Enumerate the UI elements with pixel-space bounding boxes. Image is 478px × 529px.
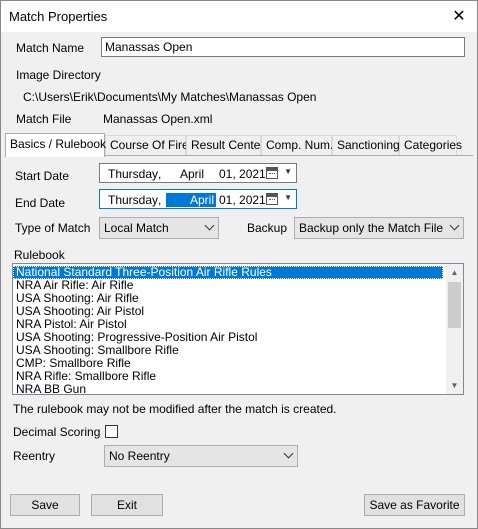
- type-of-match-value: Local Match: [104, 221, 169, 235]
- tab-categories[interactable]: Categories: [399, 135, 462, 156]
- decimal-scoring-checkbox[interactable]: [105, 425, 118, 438]
- dropdown-caret-icon[interactable]: ▼: [284, 193, 292, 202]
- backup-value: Backup only the Match File: [299, 221, 444, 235]
- chevron-down-icon: [283, 448, 294, 459]
- start-date-separator: ,: [158, 167, 162, 181]
- rulebook-list[interactable]: National Standard Three-Position Air Rif…: [12, 263, 464, 395]
- backup-label: Backup: [247, 221, 288, 235]
- match-file-value: Manassas Open.xml: [103, 112, 213, 126]
- end-date-picker[interactable]: Thursday , April 01, 2021 ▼: [99, 189, 297, 209]
- match-file-label: Match File: [16, 112, 72, 126]
- scroll-up-icon[interactable]: ▲: [446, 264, 463, 281]
- match-name-label: Match Name: [16, 41, 85, 55]
- decimal-scoring-label: Decimal Scoring: [13, 425, 101, 439]
- tab-course-of-fire[interactable]: Course Of Fire: [105, 135, 189, 156]
- reentry-label: Reentry: [13, 449, 56, 463]
- end-date-day-year: 01, 2021: [219, 193, 266, 207]
- end-date-weekday: Thursday: [108, 193, 159, 207]
- list-item[interactable]: NRA BB Gun: [13, 383, 463, 395]
- chevron-down-icon: [204, 220, 215, 231]
- image-directory-value: C:\Users\Erik\Documents\My Matches\Manas…: [23, 90, 317, 104]
- rulebook-label: Rulebook: [14, 248, 65, 262]
- tab-result-center[interactable]: Result Center: [186, 135, 264, 156]
- start-date-weekday: Thursday: [108, 167, 159, 181]
- tab-sanctioning[interactable]: Sanctioning: [332, 135, 400, 156]
- match-properties-dialog: Match Properties ✕ Match Name Manassas O…: [0, 0, 478, 529]
- scrollbar-thumb[interactable]: [448, 282, 461, 328]
- tab-basics-rulebook[interactable]: Basics / Rulebook: [5, 133, 106, 157]
- tab-comp-num[interactable]: Comp. Num.: [261, 135, 333, 156]
- close-icon: ✕: [452, 8, 466, 25]
- reentry-select[interactable]: No Reentry: [104, 445, 298, 467]
- backup-select[interactable]: Backup only the Match File: [294, 217, 464, 239]
- image-directory-label: Image Directory: [16, 68, 101, 82]
- rulebook-scrollbar[interactable]: ▲ ▼: [446, 264, 463, 394]
- rulebook-note: The rulebook may not be modified after t…: [13, 402, 337, 416]
- end-date-separator: ,: [158, 193, 162, 207]
- reentry-value: No Reentry: [109, 449, 170, 463]
- chevron-down-icon: [449, 220, 460, 231]
- window-title: Match Properties: [9, 9, 108, 24]
- dropdown-caret-icon[interactable]: ▼: [284, 167, 292, 176]
- start-date-label: Start Date: [15, 169, 70, 183]
- scroll-down-icon[interactable]: ▼: [446, 377, 463, 394]
- title-bar: Match Properties ✕: [1, 1, 477, 32]
- start-date-month: April: [180, 167, 205, 181]
- exit-button[interactable]: Exit: [91, 494, 163, 516]
- calendar-icon[interactable]: [266, 167, 278, 179]
- start-date-picker[interactable]: Thursday , April 01, 2021 ▼: [99, 163, 297, 183]
- calendar-icon[interactable]: [266, 193, 278, 205]
- type-of-match-select[interactable]: Local Match: [99, 217, 219, 239]
- match-name-input[interactable]: Manassas Open: [101, 37, 465, 57]
- end-date-label: End Date: [15, 196, 66, 210]
- end-date-month[interactable]: April: [166, 193, 216, 207]
- save-as-favorite-button[interactable]: Save as Favorite: [364, 494, 465, 516]
- save-button[interactable]: Save: [10, 494, 80, 516]
- close-button[interactable]: ✕: [445, 3, 473, 29]
- type-of-match-label: Type of Match: [15, 221, 91, 235]
- start-date-day-year: 01, 2021: [219, 167, 266, 181]
